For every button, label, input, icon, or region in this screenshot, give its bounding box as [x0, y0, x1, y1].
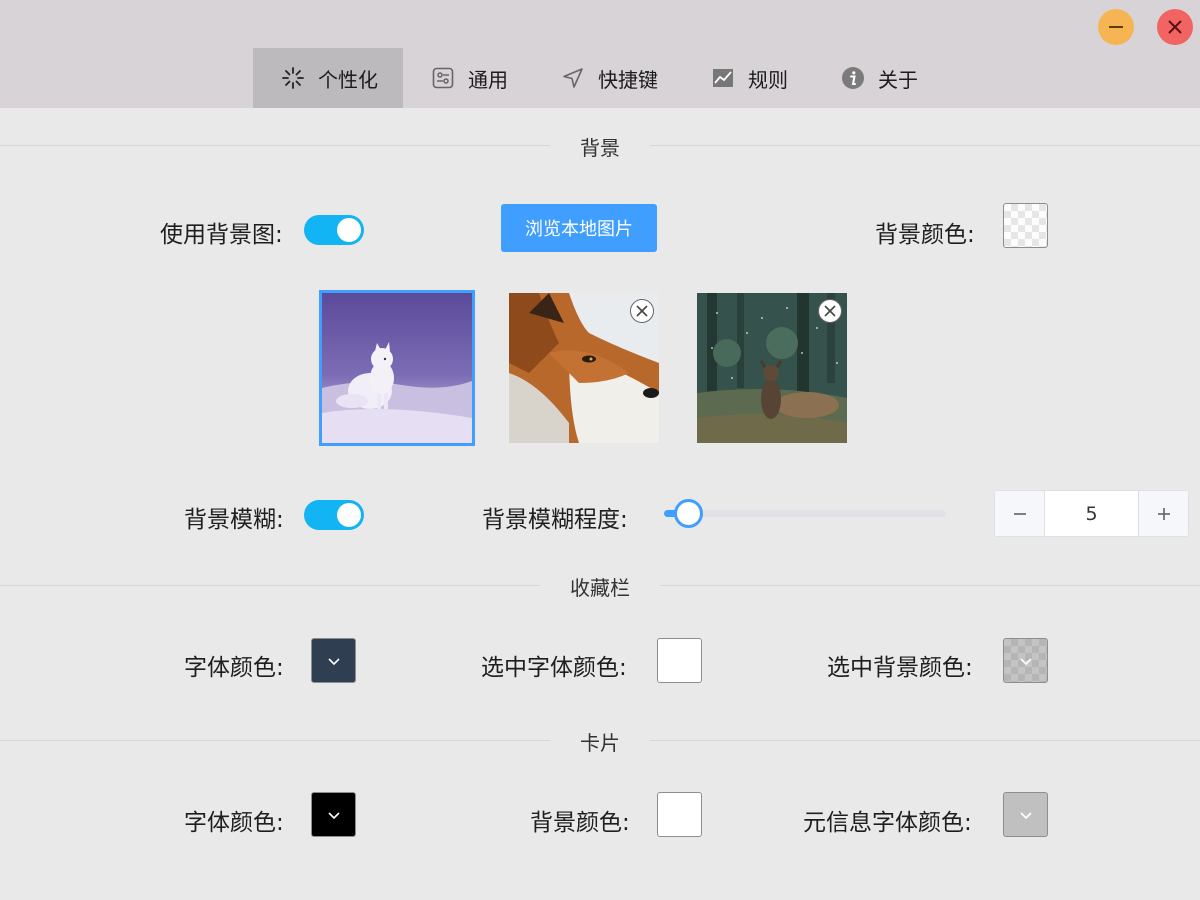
- close-icon: [1168, 20, 1182, 34]
- increase-button[interactable]: [1138, 491, 1188, 536]
- close-button[interactable]: [1157, 9, 1193, 45]
- blur-level-slider[interactable]: [664, 510, 946, 517]
- background-color-label: 背景颜色:: [875, 222, 975, 248]
- chart-icon: [710, 65, 736, 91]
- minimize-button[interactable]: [1098, 9, 1134, 45]
- background-blur-switch[interactable]: [304, 500, 364, 530]
- close-icon: [636, 305, 648, 317]
- blur-level-slider-handle[interactable]: [674, 499, 703, 528]
- favorites-selected-bg-color-picker[interactable]: [1003, 638, 1048, 683]
- arctic-fox-image: [322, 293, 472, 443]
- background-color-picker[interactable]: [1003, 203, 1048, 248]
- favorites-selected-font-color-label: 选中字体颜色:: [481, 655, 627, 681]
- use-background-image-switch[interactable]: [304, 215, 364, 245]
- section-title-card: 卡片: [550, 727, 650, 756]
- favorites-font-color-picker[interactable]: [311, 638, 356, 683]
- navigation-icon: [560, 65, 586, 91]
- favorites-selected-font-color-picker[interactable]: [657, 638, 702, 683]
- tab-label: 快捷键: [598, 67, 658, 92]
- tab-personalize[interactable]: 个性化: [253, 48, 403, 108]
- remove-thumbnail-button[interactable]: [630, 299, 654, 323]
- minimize-icon: [1109, 26, 1123, 28]
- title-bar: 个性化 通用 快捷键 规则 关于: [0, 0, 1200, 108]
- tab-label: 关于: [878, 67, 918, 92]
- card-font-color-label: 字体颜色:: [184, 810, 284, 836]
- use-background-image-label: 使用背景图:: [160, 222, 283, 248]
- switch-knob: [337, 503, 361, 527]
- close-icon: [824, 305, 836, 317]
- chevron-down-icon: [327, 811, 340, 819]
- card-font-color-picker[interactable]: [311, 792, 356, 837]
- blur-level-stepper: 5: [994, 490, 1189, 537]
- blur-level-label: 背景模糊程度:: [482, 507, 628, 533]
- card-meta-font-color-picker[interactable]: [1003, 792, 1048, 837]
- tab-label: 个性化: [318, 67, 378, 92]
- tab-about[interactable]: 关于: [813, 48, 943, 108]
- tab-label: 通用: [468, 67, 508, 92]
- card-bg-color-picker[interactable]: [657, 792, 702, 837]
- tab-general[interactable]: 通用: [403, 48, 533, 108]
- decrease-button[interactable]: [995, 491, 1045, 536]
- card-meta-font-color-label: 元信息字体颜色:: [803, 810, 972, 836]
- card-bg-color-label: 背景颜色:: [530, 810, 630, 836]
- chevron-down-icon: [1019, 657, 1032, 665]
- background-thumbnail-deer[interactable]: [697, 293, 847, 443]
- tab-bar: 个性化 通用 快捷键 规则 关于: [253, 48, 943, 108]
- favorites-selected-bg-color-label: 选中背景颜色:: [827, 655, 973, 681]
- favorites-font-color-label: 字体颜色:: [184, 655, 284, 681]
- background-thumbnail-red-fox[interactable]: [509, 293, 659, 443]
- info-icon: [840, 65, 866, 91]
- tab-label: 规则: [748, 67, 788, 92]
- section-title-favorites: 收藏栏: [540, 572, 660, 601]
- chevron-down-icon: [1019, 811, 1032, 819]
- background-thumbnail-arctic-fox[interactable]: [319, 290, 475, 446]
- section-title-background: 背景: [550, 132, 650, 161]
- browse-local-images-button[interactable]: 浏览本地图片: [501, 204, 657, 252]
- blur-level-value[interactable]: 5: [1045, 491, 1138, 536]
- tab-rules[interactable]: 规则: [683, 48, 813, 108]
- minus-icon: [1013, 512, 1026, 515]
- chevron-down-icon: [327, 657, 340, 665]
- tab-shortcuts[interactable]: 快捷键: [533, 48, 683, 108]
- sparkle-icon: [280, 65, 306, 91]
- remove-thumbnail-button[interactable]: [818, 299, 842, 323]
- sliders-icon: [430, 65, 456, 91]
- background-blur-label: 背景模糊:: [184, 507, 284, 533]
- plus-icon: [1157, 507, 1170, 520]
- switch-knob: [337, 218, 361, 242]
